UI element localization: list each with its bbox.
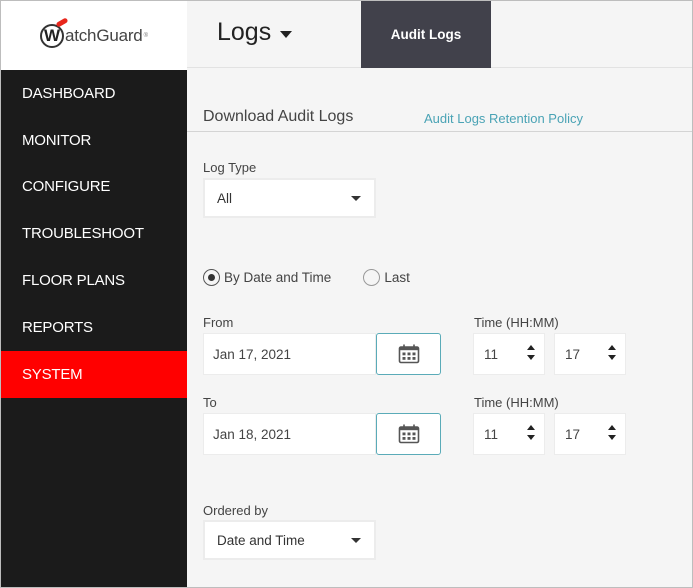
section-title: Download Audit Logs [203, 108, 354, 125]
calendar-icon [398, 424, 419, 444]
spinner-arrows[interactable] [527, 345, 535, 360]
to-minute-spinner[interactable]: 17 [554, 413, 626, 455]
calendar-icon [398, 344, 419, 364]
to-time-label: Time (HH:MM) [474, 395, 559, 410]
arrow-up-icon[interactable] [608, 425, 616, 430]
ordered-by-select[interactable]: Date and Time [203, 520, 376, 560]
nav-item-monitor[interactable]: MONITOR [1, 117, 187, 164]
radio-checked-icon [203, 269, 220, 286]
watchguard-logo: W atchGuard ® [39, 16, 148, 48]
radio-unchecked-icon [363, 269, 381, 286]
ordered-by-label: Ordered by [203, 503, 269, 518]
nav-item-dashboard[interactable]: DASHBOARD [1, 70, 187, 117]
arrow-down-icon[interactable] [608, 355, 616, 360]
caret-down-icon [351, 538, 361, 543]
nav-item-configure[interactable]: CONFIGURE [1, 164, 187, 211]
retention-policy-link[interactable]: Audit Logs Retention Policy [424, 111, 583, 126]
arrow-up-icon[interactable] [527, 345, 535, 350]
sidebar: W atchGuard ® DASHBOARD MONITOR CONFIGUR… [1, 1, 187, 587]
main-nav: DASHBOARD MONITOR CONFIGURE TROUBLESHOOT… [1, 70, 187, 398]
to-calendar-button[interactable] [376, 413, 441, 455]
page-title: Logs [217, 18, 272, 46]
arrow-down-icon[interactable] [608, 435, 616, 440]
log-type-value: All [217, 190, 233, 206]
radio-by-date-and-time[interactable]: By Date and Time [203, 269, 331, 286]
from-minute-spinner[interactable]: 17 [554, 333, 626, 375]
page-header: Logs Audit Logs [187, 1, 692, 68]
from-date-input[interactable]: Jan 17, 2021 [203, 333, 376, 375]
nav-item-reports[interactable]: REPORTS [1, 304, 187, 351]
arrow-up-icon[interactable] [527, 425, 535, 430]
arrow-down-icon[interactable] [527, 355, 535, 360]
caret-down-icon [280, 30, 293, 38]
nav-item-floor-plans[interactable]: FLOOR PLANS [1, 257, 187, 304]
ordered-by-value: Date and Time [217, 532, 305, 548]
spinner-arrows[interactable] [608, 425, 616, 440]
section-header: Download Audit Logs Audit Logs Retention… [187, 68, 692, 132]
radio-label: Last [384, 270, 410, 285]
to-hour-spinner[interactable]: 11 [473, 413, 545, 455]
spinner-arrows[interactable] [527, 425, 535, 440]
tab-audit-logs[interactable]: Audit Logs [361, 1, 491, 68]
logs-menu-dropdown[interactable]: Logs [217, 18, 293, 47]
logo-area: W atchGuard ® [1, 1, 187, 70]
from-hour-spinner[interactable]: 11 [473, 333, 545, 375]
to-label: To [203, 395, 217, 410]
main-content: Download Audit Logs Audit Logs Retention… [187, 68, 692, 587]
caret-down-icon [351, 196, 361, 201]
log-type-select[interactable]: All [203, 178, 376, 218]
range-mode-radio-group: By Date and Time Last [203, 269, 410, 286]
from-time-label: Time (HH:MM) [474, 315, 559, 330]
logo-text: atchGuard [64, 25, 143, 45]
radio-last[interactable]: Last [363, 269, 410, 286]
to-date-input[interactable]: Jan 18, 2021 [203, 413, 376, 455]
radio-label: By Date and Time [224, 270, 332, 285]
nav-item-system[interactable]: SYSTEM [1, 350, 187, 398]
from-label: From [203, 315, 234, 330]
log-type-label: Log Type [203, 160, 257, 175]
from-calendar-button[interactable] [376, 333, 441, 375]
arrow-down-icon[interactable] [527, 435, 535, 440]
logo-mark-icon: W [39, 16, 69, 48]
arrow-up-icon[interactable] [608, 345, 616, 350]
spinner-arrows[interactable] [608, 345, 616, 360]
nav-item-troubleshoot[interactable]: TROUBLESHOOT [1, 210, 187, 257]
logo-trademark: ® [143, 32, 148, 39]
